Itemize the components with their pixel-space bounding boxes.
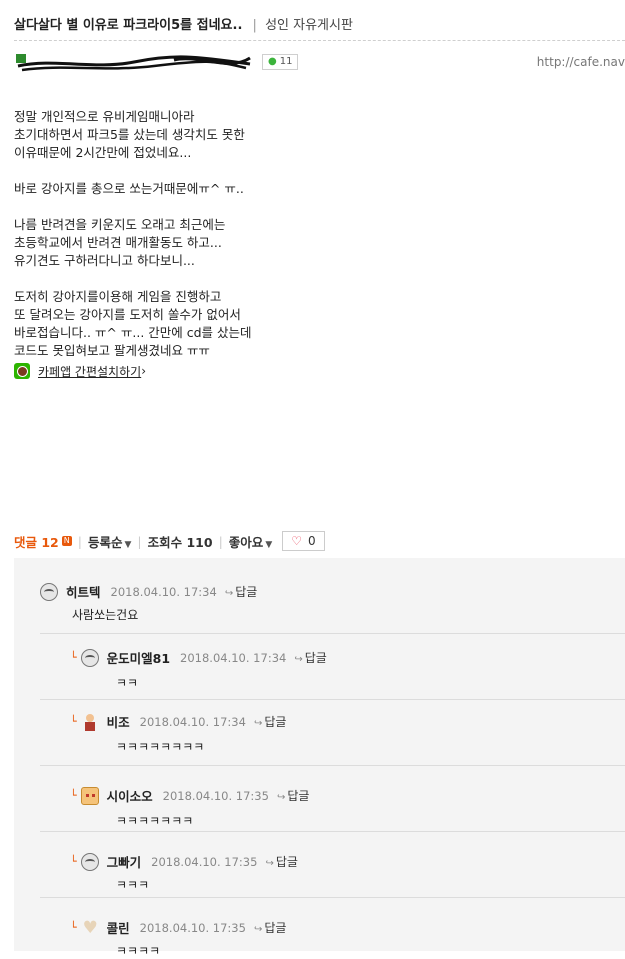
avatar[interactable]	[81, 713, 99, 731]
like-count: 0	[308, 534, 316, 548]
comment-date: 2018.04.10. 17:34	[180, 650, 287, 665]
comment-nickname[interactable]: 콜린	[107, 918, 130, 937]
comment-list: 히트텍 2018.04.10. 17:34 ↪ 답글 사람쏘는건요 └ 운도미엘81 2018…	[14, 558, 625, 958]
reply-elbow-icon: └	[70, 651, 77, 664]
speech-bubble-icon: ●	[268, 56, 277, 67]
view-count: 조회수 110	[147, 534, 213, 550]
content-line: 초등학교에서 반려견 매개활동도 하고...	[14, 235, 222, 250]
comment-nickname[interactable]: 운도미엘81	[107, 648, 170, 667]
content-line	[14, 198, 414, 216]
avatar[interactable]	[80, 786, 99, 805]
reply-count[interactable]: 댓글 12	[14, 532, 59, 551]
reply-comment-item: └ 운도미엘81 2018.04.10. 17:34 ↪ 답글 ㅋㅋ	[14, 634, 625, 700]
title-separator: |	[252, 18, 257, 33]
content-line: 바로접습니다.. ㅠ^ ㅠ... 간만에 cd를 샀는데	[14, 325, 252, 340]
content-line: 이유때문에 2시간만에 접었네요...	[14, 145, 192, 160]
comment-nickname[interactable]: 히트텍	[66, 582, 101, 601]
content-line	[14, 162, 414, 180]
reply-elbow-icon: └	[70, 855, 77, 868]
content-line: 유기견도 구하러다니고 하다보니...	[14, 253, 195, 268]
comment-body: ㅋㅋ	[116, 676, 139, 690]
comment-header: └ 그빠기 2018.04.10. 17:35 ↪ 답글	[70, 852, 298, 871]
comment-body: 사람쏘는건요	[72, 608, 139, 622]
avatar[interactable]	[80, 852, 99, 871]
comment-header: └ 운도미엘81 2018.04.10. 17:34 ↪ 답글	[70, 648, 327, 667]
content-line	[14, 270, 414, 288]
post-stats-bar: 댓글 12 N | 등록순 ▼ | 조회수 110 | 좋아요 ▼ ♡ 0	[14, 530, 325, 552]
comment-nickname[interactable]: 그빠기	[107, 852, 142, 871]
reply-arrow-icon: ↪	[265, 858, 274, 869]
post-title: 살다살다 별 이유로 파크라이5를 접네요..	[14, 18, 243, 33]
reply-elbow-icon: └	[70, 789, 77, 802]
reply-comment-item: └ 시이소오 2018.04.10. 17:35 ↪ 답글 ㅋㅋㅋㅋㅋㅋㅋ	[14, 766, 625, 832]
avatar[interactable]	[80, 648, 99, 667]
comment-count-badge[interactable]: ● 11	[262, 54, 299, 70]
reply-button[interactable]: ↪ 답글	[225, 583, 257, 600]
comment-date: 2018.04.10. 17:34	[110, 584, 217, 599]
comment-date: 2018.04.10. 17:35	[162, 788, 269, 803]
comment-header: 히트텍 2018.04.10. 17:34 ↪ 답글	[40, 582, 257, 601]
cafe-app-install[interactable]: 카페앱 간편설치하기 ›	[14, 362, 146, 380]
new-badge: N	[61, 536, 72, 546]
caret-down-icon: ▼	[124, 539, 132, 550]
reply-arrow-icon: ↪	[224, 588, 234, 599]
content-line: 나름 반려견을 키운지도 오래고 최근에는	[14, 217, 226, 232]
like-button[interactable]: ♡ 0	[282, 531, 325, 551]
reply-arrow-icon: ↪	[294, 654, 303, 665]
reply-arrow-icon: ↪	[253, 718, 263, 729]
content-line: 또 달려오는 강아지를 도저히 쏠수가 없어서	[14, 307, 241, 322]
caret-down-icon: ▼	[265, 539, 273, 550]
post-content: 정말 개인적으로 유비게임매니아라초기대하면서 파크5를 샀는데 생각치도 못한…	[14, 108, 414, 360]
comment-body: ㅋㅋㅋ	[116, 878, 150, 892]
comment-body: ㅋㅋㅋㅋㅋㅋㅋ	[116, 814, 194, 828]
heart-icon: ♡	[291, 534, 302, 548]
content-line: 초기대하면서 파크5를 샀는데 생각치도 못한	[14, 127, 245, 142]
reply-arrow-icon: ↪	[276, 792, 286, 803]
reply-arrow-icon: ↪	[253, 924, 263, 935]
reply-elbow-icon: └	[70, 921, 77, 934]
comment-header: └ 비조 2018.04.10. 17:34 ↪ 답글	[70, 712, 286, 731]
post-title-bar: 살다살다 별 이유로 파크라이5를 접네요.. | 성인 자유게시판	[14, 14, 625, 41]
reply-button[interactable]: ↪ 답글	[254, 919, 286, 936]
reply-button[interactable]: ↪ 답글	[294, 649, 326, 666]
comment-date: 2018.04.10. 17:35	[139, 920, 246, 935]
content-line: 코드도 못입혀보고 팔게생겼네요 ㅠㅠ	[14, 343, 210, 358]
comment-header: └ 콜린 2018.04.10. 17:35 ↪답글	[70, 918, 286, 938]
cafe-app-logo-icon	[14, 363, 30, 379]
cafe-app-install-link[interactable]: 카페앱 간편설치하기	[38, 363, 141, 380]
content-line: 바로 강아지를 총으로 쏘는거때문에ㅠ^ ㅠ..	[14, 181, 244, 196]
reply-comment-item: └ 그빠기 2018.04.10. 17:35 ↪ 답글 ㅋㅋㅋ	[14, 832, 625, 898]
content-line: 정말 개인적으로 유비게임매니아라	[14, 109, 195, 124]
cafe-url[interactable]: http://cafe.nav	[537, 55, 625, 69]
sort-dropdown[interactable]: 등록순 ▼	[88, 532, 131, 551]
comment-item: 히트텍 2018.04.10. 17:34 ↪ 답글사람쏘는건요	[14, 558, 625, 634]
reply-button[interactable]: ↪ 답글	[277, 787, 309, 804]
avatar[interactable]	[40, 582, 58, 601]
comment-date: 2018.04.10. 17:34	[139, 714, 246, 729]
reply-elbow-icon: └	[70, 715, 77, 728]
like-dropdown[interactable]: 좋아요 ▼	[229, 532, 272, 551]
reply-comment-item: └ 비조 2018.04.10. 17:34 ↪ 답글 ㅋㅋㅋㅋㅋㅋㅋㅋ	[14, 700, 625, 766]
comment-header: └ 시이소오 2018.04.10. 17:35 ↪ 답글	[70, 786, 309, 805]
avatar[interactable]	[81, 918, 99, 938]
author-meta-row: ● 11 http://cafe.nav	[14, 50, 625, 76]
reply-button[interactable]: ↪ 답글	[254, 713, 286, 730]
comment-nickname[interactable]: 시이소오	[107, 786, 153, 805]
redacted-author-scribble	[16, 54, 251, 72]
comment-date: 2018.04.10. 17:35	[151, 854, 258, 869]
comment-nickname[interactable]: 비조	[107, 712, 130, 731]
comment-body: ㅋㅋㅋㅋㅋㅋㅋㅋ	[116, 740, 205, 754]
reply-comment-item: └콜린2018.04.10. 17:35↪답글ㅋㅋㅋㅋ	[14, 898, 625, 959]
reply-button[interactable]: ↪ 답글	[265, 853, 297, 870]
board-name-link[interactable]: 성인 자유게시판	[265, 18, 353, 33]
content-line: 도저히 강아지를이용해 게임을 진행하고	[14, 289, 222, 304]
